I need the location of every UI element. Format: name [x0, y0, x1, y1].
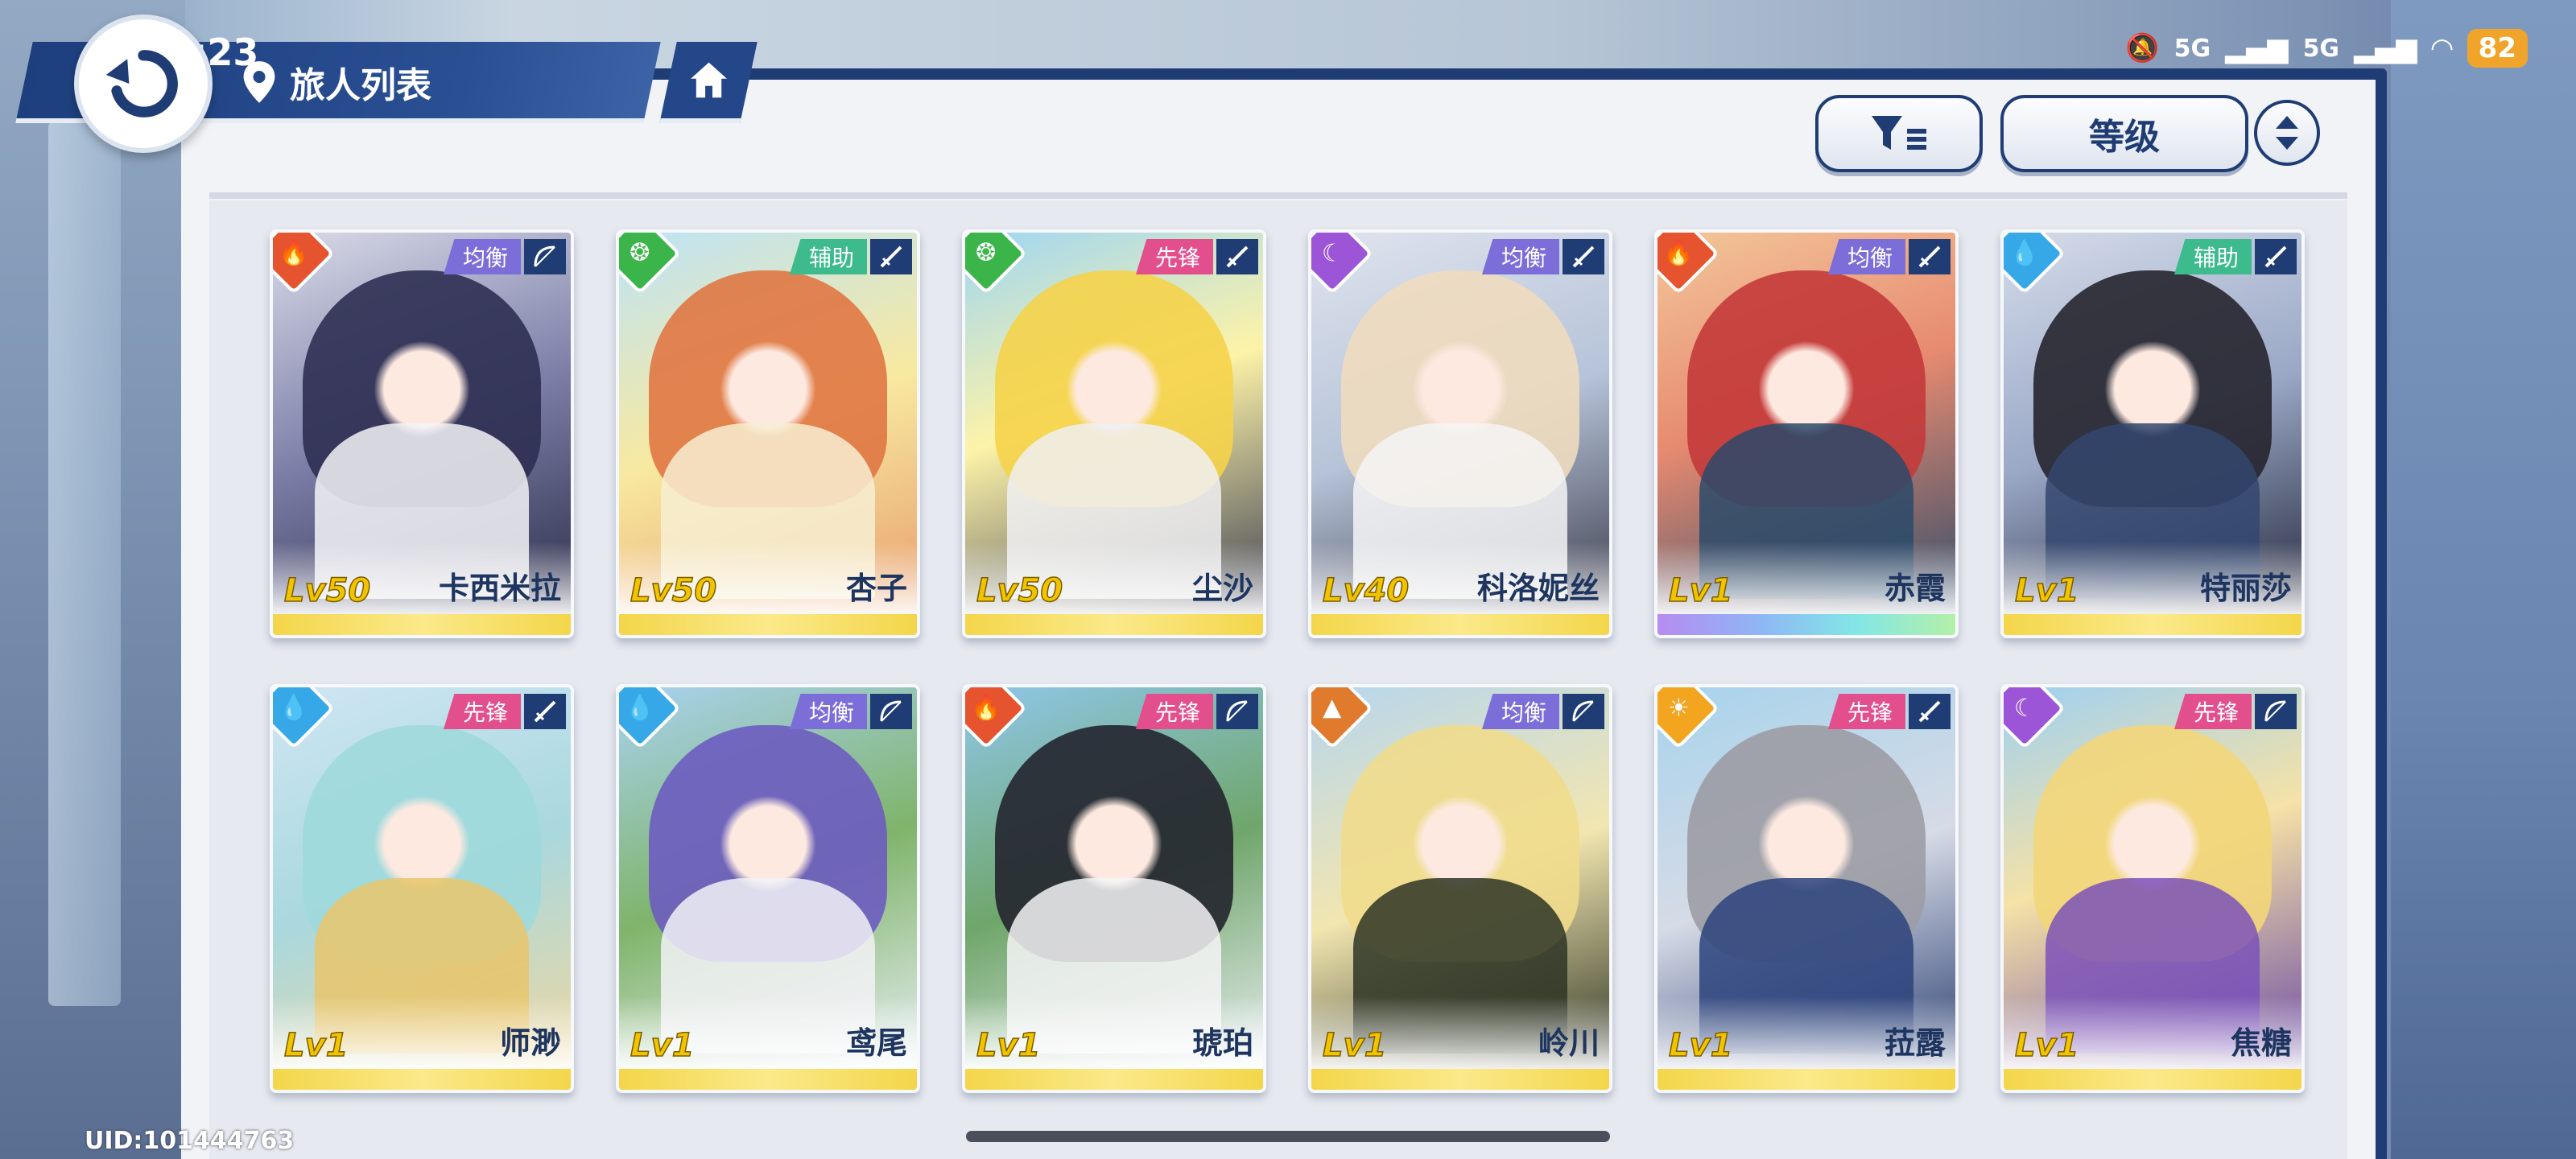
- character-level: Lv1: [2014, 571, 2079, 610]
- status-bar: 🔕 5G ▂▄▆ 5G ▂▄▆ ◠ 82: [2125, 24, 2528, 72]
- role-badge: 先锋: [443, 694, 521, 729]
- role-badge: 均衡: [789, 694, 867, 729]
- character-name: 琥珀: [1191, 1025, 1253, 1061]
- bow-icon: [870, 694, 912, 729]
- character-card[interactable]: ☾ 先锋 Lv1 焦糖: [2000, 684, 2305, 1093]
- character-card[interactable]: ☾ 均衡 Lv40 科洛妮丝: [1308, 229, 1612, 638]
- header-title: 旅人列表: [242, 50, 431, 114]
- sword-icon: [1563, 239, 1604, 274]
- role-badge: 均衡: [1481, 239, 1559, 274]
- wifi-icon: ◠: [2431, 32, 2453, 64]
- bow-icon: [1563, 694, 1604, 729]
- rarity-strip: [2004, 614, 2301, 635]
- role-badge: 均衡: [1481, 694, 1559, 729]
- page-title: 旅人列表: [290, 65, 431, 106]
- character-name: 焦糖: [2230, 1025, 2292, 1061]
- character-level: Lv1: [1322, 1026, 1387, 1065]
- signal-2-icon: ▂▄▆: [2354, 32, 2417, 64]
- character-card[interactable]: 🔥 均衡 Lv1 赤霞: [1654, 229, 1959, 638]
- sort-order-icon: [2276, 116, 2298, 150]
- sword-icon: [1216, 239, 1258, 274]
- character-name: 鸢尾: [845, 1025, 907, 1061]
- character-card[interactable]: ☀ 先锋 Lv1 菈露: [1654, 684, 1959, 1093]
- uid-label: UID:101444763: [85, 1127, 295, 1155]
- network-2-label: 5G: [2302, 34, 2340, 63]
- character-card[interactable]: 💧 辅助 Lv1 特丽莎: [2000, 229, 2305, 638]
- role-badge: 均衡: [1827, 239, 1905, 274]
- sort-order-button[interactable]: [2254, 100, 2320, 166]
- mute-icon: 🔕: [2125, 32, 2160, 64]
- rarity-strip: [619, 614, 917, 635]
- role-badge: 先锋: [2174, 694, 2252, 729]
- character-grid: 🔥 均衡 Lv50 卡西米拉 ❂ 辅助 Lv50 杏子 ❂ 先锋 Lv50 尘沙: [270, 229, 2314, 1099]
- character-level: Lv50: [976, 571, 1063, 610]
- bow-icon: [2255, 694, 2297, 729]
- role-badge: 先锋: [1135, 694, 1213, 729]
- rarity-strip: [2004, 1069, 2301, 1090]
- role-badge: 辅助: [2174, 239, 2252, 274]
- rarity-strip: [965, 1069, 1263, 1090]
- signal-1-icon: ▂▄▆: [2225, 32, 2289, 64]
- bow-icon: [524, 239, 566, 274]
- character-card[interactable]: 💧 先锋 Lv1 师渺: [270, 684, 574, 1093]
- rarity-strip: [1311, 1069, 1609, 1090]
- bow-icon: [1216, 694, 1258, 729]
- sword-icon: [1909, 239, 1951, 274]
- filter-button[interactable]: [1815, 95, 1983, 172]
- character-level: Lv1: [630, 1026, 695, 1065]
- sword-icon: [1909, 694, 1951, 729]
- character-name: 赤霞: [1884, 571, 1946, 606]
- character-level: Lv1: [1668, 571, 1733, 610]
- home-indicator[interactable]: [966, 1131, 1610, 1142]
- background-left: [0, 0, 185, 1159]
- character-name: 菈露: [1884, 1025, 1946, 1061]
- character-card[interactable]: 🔥 均衡 Lv50 卡西米拉: [270, 229, 574, 638]
- back-button[interactable]: [74, 14, 213, 153]
- home-icon: [691, 62, 728, 97]
- character-card[interactable]: ▲ 均衡 Lv1 岭川: [1308, 684, 1612, 1093]
- sort-dropdown[interactable]: 等级: [2000, 95, 2248, 172]
- network-1-label: 5G: [2174, 34, 2211, 63]
- sword-icon: [2255, 239, 2297, 274]
- character-card[interactable]: ❂ 先锋 Lv50 尘沙: [962, 229, 1266, 638]
- rarity-strip: [1657, 614, 1955, 635]
- rarity-strip: [273, 614, 571, 635]
- character-name: 卡西米拉: [438, 571, 561, 606]
- character-card[interactable]: 🔥 先锋 Lv1 琥珀: [962, 684, 1266, 1093]
- rarity-strip: [965, 614, 1263, 635]
- character-level: Lv1: [976, 1026, 1041, 1065]
- role-badge: 均衡: [443, 239, 521, 274]
- character-level: Lv1: [1668, 1026, 1733, 1065]
- character-level: Lv50: [630, 571, 717, 610]
- rarity-strip: [273, 1069, 571, 1090]
- character-name: 岭川: [1538, 1025, 1600, 1061]
- character-name: 科洛妮丝: [1476, 571, 1600, 606]
- character-card[interactable]: 💧 均衡 Lv1 鸢尾: [616, 684, 920, 1093]
- role-badge: 先锋: [1827, 694, 1905, 729]
- character-level: Lv1: [283, 1026, 349, 1065]
- filter-icon: [1872, 116, 1926, 150]
- role-badge: 先锋: [1135, 239, 1213, 274]
- back-arrow-icon: [105, 50, 178, 118]
- character-level: Lv40: [1322, 571, 1410, 610]
- battery-indicator: 82: [2467, 29, 2528, 68]
- character-level: Lv1: [2014, 1026, 2079, 1065]
- rarity-strip: [1657, 1069, 1955, 1090]
- rarity-strip: [619, 1069, 917, 1090]
- rarity-strip: [1311, 614, 1609, 635]
- sword-icon: [524, 694, 566, 729]
- panel-shelf: [209, 192, 2347, 199]
- background-right: [2391, 0, 2576, 1159]
- character-card[interactable]: ❂ 辅助 Lv50 杏子: [616, 229, 920, 638]
- sword-icon: [870, 239, 912, 274]
- background-pillar: [48, 121, 121, 1006]
- character-name: 杏子: [845, 571, 907, 606]
- character-name: 特丽莎: [2199, 571, 2292, 606]
- role-badge: 辅助: [789, 239, 867, 274]
- character-level: Lv50: [283, 571, 371, 610]
- character-name: 尘沙: [1191, 571, 1253, 606]
- character-name: 师渺: [499, 1025, 561, 1061]
